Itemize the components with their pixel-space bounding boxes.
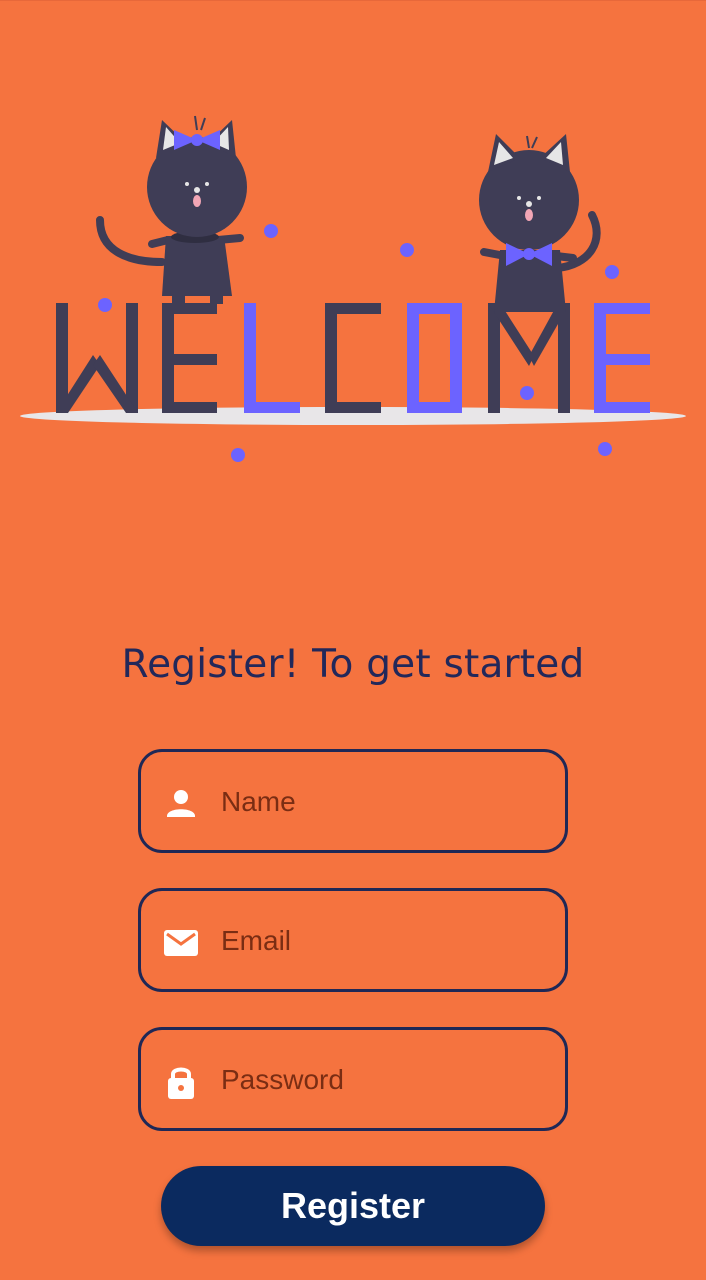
decor-dot bbox=[400, 243, 414, 257]
letter-e-dark bbox=[162, 303, 217, 413]
email-field[interactable] bbox=[138, 888, 568, 992]
letter-e-purple bbox=[594, 303, 650, 413]
email-input[interactable] bbox=[221, 911, 541, 971]
password-field[interactable] bbox=[138, 1027, 568, 1131]
decor-dot bbox=[98, 298, 112, 312]
register-button[interactable]: Register bbox=[161, 1166, 545, 1246]
letter-l-purple bbox=[244, 303, 300, 413]
password-input[interactable] bbox=[221, 1050, 541, 1110]
register-subtitle: Register! To get started bbox=[121, 642, 585, 687]
mail-icon bbox=[164, 930, 198, 956]
decor-dot bbox=[605, 265, 619, 279]
decor-dot bbox=[598, 442, 612, 456]
decor-dot bbox=[264, 224, 278, 238]
letter-c bbox=[325, 303, 381, 413]
decor-dot bbox=[520, 386, 534, 400]
name-field[interactable] bbox=[138, 749, 568, 853]
name-input[interactable] bbox=[221, 772, 541, 832]
decor-dot bbox=[231, 448, 245, 462]
letter-o-purple bbox=[407, 303, 462, 413]
lock-icon bbox=[168, 1067, 194, 1099]
register-screen: Register! To get started Register bbox=[0, 0, 706, 1280]
welcome-illustration bbox=[20, 115, 686, 462]
person-icon bbox=[167, 790, 195, 817]
left-cat-illustration bbox=[96, 115, 247, 304]
letter-w bbox=[56, 303, 138, 413]
right-cat-illustration bbox=[479, 134, 601, 312]
